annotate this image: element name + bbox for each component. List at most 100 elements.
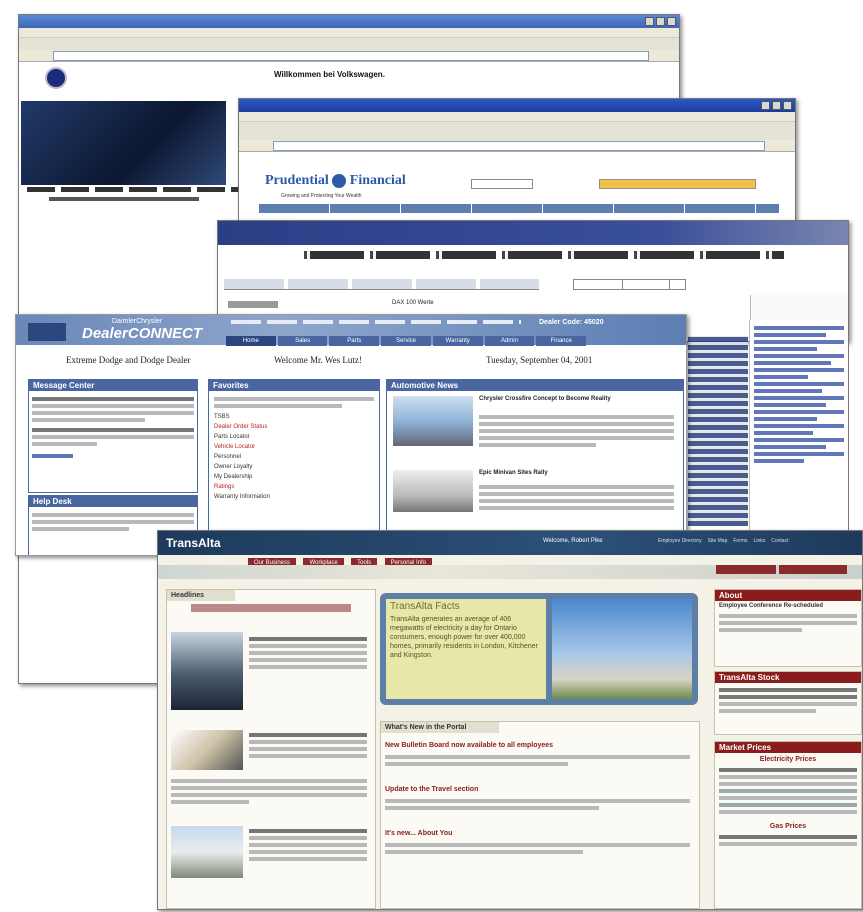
- favorites-list: TSBS Dealer Order Status Parts Locator V…: [214, 412, 374, 502]
- gas-prices-title: Gas Prices: [769, 823, 807, 830]
- market-prices-header: Market Prices: [715, 742, 861, 753]
- title-bar: [19, 15, 679, 28]
- dax-section-label: [228, 301, 278, 308]
- message-center-panel: Message Center: [28, 379, 198, 493]
- browser-toolbar[interactable]: [19, 37, 679, 51]
- link-directory[interactable]: Employee Directory: [658, 538, 702, 544]
- crossfire-image: [393, 396, 473, 446]
- dax-tab-strip[interactable]: [224, 279, 539, 290]
- prudential-select[interactable]: [599, 179, 756, 189]
- headline-photo-2: [171, 730, 243, 770]
- menu-bar[interactable]: [239, 112, 795, 121]
- dax-select[interactable]: [622, 279, 686, 290]
- headline-photo-3: [171, 826, 243, 878]
- stock-panel: TransAlta Stock: [714, 671, 862, 735]
- help-desk-header: Help Desk: [29, 496, 197, 507]
- dax-link-column[interactable]: [749, 320, 849, 530]
- prudential-nav-bar[interactable]: [259, 204, 779, 213]
- news1-title[interactable]: Chrysler Crossfire Concept to Become Rea…: [479, 396, 674, 402]
- dealer-top-links[interactable]: [231, 320, 521, 324]
- dax-tab-label: DAX 100 Werte: [392, 300, 434, 306]
- vw-welcome-title: Willkommen bei Volkswagen.: [274, 70, 385, 79]
- rock-icon: [332, 173, 347, 188]
- window-prudential: Prudential Financial Growing and Protect…: [238, 98, 796, 240]
- dealer-welcome: Welcome Mr. Wes Lutz!: [274, 355, 362, 365]
- automotive-news-header: Automotive News: [387, 380, 683, 391]
- facts-title: TransAlta Facts: [390, 601, 460, 612]
- transalta-top-links[interactable]: Employee Directory Site Map Forms Links …: [658, 538, 788, 544]
- whats-new-panel: What's New in the Portal New Bulletin Bo…: [380, 721, 700, 909]
- news2-title[interactable]: Epic Minivan Sites Rally: [479, 470, 674, 476]
- tab-parts[interactable]: Parts: [329, 336, 380, 346]
- about-panel: About Employee Conference Re-scheduled: [714, 589, 862, 667]
- window-controls[interactable]: [645, 17, 676, 26]
- window-transalta: TransAlta Welcome, Robert Pike Employee …: [157, 530, 863, 910]
- fav-item[interactable]: Dealer Order Status: [214, 422, 374, 432]
- favorites-header: Favorites: [209, 380, 379, 391]
- dax-icon-grid[interactable]: [688, 336, 748, 526]
- news-item-1[interactable]: New Bulletin Board now available to all …: [385, 742, 553, 749]
- menu-bar[interactable]: [19, 28, 679, 37]
- fav-item[interactable]: Owner Loyalty: [214, 462, 374, 472]
- prudential-logo[interactable]: Prudential Financial: [265, 173, 406, 189]
- tab-warranty[interactable]: Warranty: [432, 336, 483, 346]
- headlines-header: Headlines: [167, 590, 235, 601]
- whats-new-header: What's New in the Portal: [381, 722, 499, 733]
- dealer-date: Tuesday, September 04, 2001: [486, 355, 593, 365]
- link-links[interactable]: Links: [754, 538, 766, 544]
- dax-top-links[interactable]: [304, 251, 784, 259]
- dealer-logo[interactable]: DaimlerChrysler DealerCONNECT: [22, 317, 222, 343]
- prudential-logo-text: Prudential: [265, 173, 329, 188]
- tab-sales[interactable]: Sales: [277, 336, 328, 346]
- financial-logo-text: Financial: [349, 173, 406, 188]
- dealer-name: Extreme Dodge and Dodge Dealer: [66, 355, 191, 365]
- facts-panel: TransAlta Facts TransAlta generates an a…: [380, 593, 698, 705]
- fav-item[interactable]: TSBS: [214, 412, 374, 422]
- about-title[interactable]: Employee Conference Re-scheduled: [715, 601, 861, 611]
- headlines-bar[interactable]: [191, 604, 351, 612]
- headline-photo-1: [171, 632, 243, 710]
- headlines-panel: Headlines: [166, 589, 376, 909]
- minivan-image: [393, 470, 473, 512]
- title-bar: [239, 99, 795, 112]
- fav-item[interactable]: Warranty Information: [214, 492, 374, 502]
- address-field[interactable]: [273, 141, 765, 151]
- vw-bottom-text: [49, 197, 199, 201]
- address-bar[interactable]: [239, 140, 795, 152]
- dealer-logo-main: DealerCONNECT: [82, 325, 203, 342]
- link-sitemap[interactable]: Site Map: [708, 538, 728, 544]
- vw-logo-icon[interactable]: [45, 67, 67, 89]
- prudential-search-input[interactable]: [471, 179, 533, 189]
- address-bar[interactable]: [19, 50, 679, 62]
- vw-bottom-nav[interactable]: [27, 187, 247, 192]
- transalta-right-buttons[interactable]: [716, 565, 847, 574]
- window-dealerconnect: DaimlerChrysler DealerCONNECT Dealer Cod…: [15, 314, 687, 556]
- window-controls[interactable]: [761, 101, 792, 110]
- tab-service[interactable]: Service: [381, 336, 431, 346]
- news-item-2[interactable]: Update to the Travel section: [385, 786, 478, 793]
- fav-item[interactable]: My Dealership: [214, 472, 374, 482]
- electricity-prices-title: Electricity Prices: [759, 756, 817, 763]
- vw-hero-image: [21, 101, 226, 185]
- fav-item[interactable]: Personnel: [214, 452, 374, 462]
- link-contact[interactable]: Contact: [771, 538, 788, 544]
- dealer-code: Dealer Code: 45020: [539, 319, 604, 326]
- facts-photo: [552, 599, 692, 699]
- tab-admin[interactable]: Admin: [484, 336, 535, 346]
- tab-finance[interactable]: Finance: [536, 336, 587, 346]
- browser-toolbar[interactable]: [239, 121, 795, 141]
- message-center-header: Message Center: [29, 380, 197, 391]
- fav-item[interactable]: Parts Locator: [214, 432, 374, 442]
- fav-item[interactable]: Vehicle Locator: [214, 442, 374, 452]
- facts-text: TransAlta generates an average of 406 me…: [390, 616, 538, 659]
- stock-header: TransAlta Stock: [715, 672, 861, 683]
- transalta-logo[interactable]: TransAlta: [166, 536, 221, 550]
- link-forms[interactable]: Forms: [733, 538, 747, 544]
- address-field[interactable]: [53, 51, 649, 61]
- tab-home[interactable]: Home: [226, 336, 276, 346]
- dealer-tabs[interactable]: Home Sales Parts Service Warranty Admin …: [226, 336, 587, 346]
- transalta-greeting: Welcome, Robert Pike: [543, 538, 603, 544]
- news-item-3[interactable]: It's new... About You: [385, 830, 452, 837]
- dealer-logo-top: DaimlerChrysler: [112, 318, 163, 325]
- fav-item[interactable]: Ratings: [214, 482, 374, 492]
